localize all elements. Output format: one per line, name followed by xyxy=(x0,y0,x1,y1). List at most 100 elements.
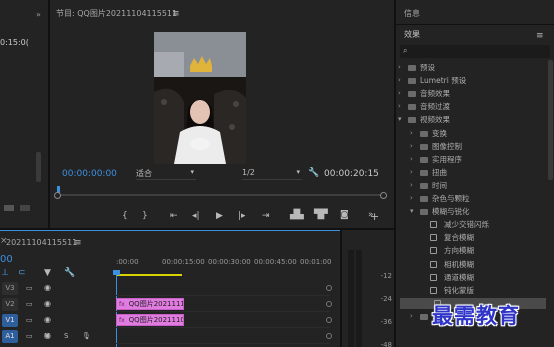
export-frame-icon[interactable]: ◙ xyxy=(340,210,349,220)
ruler-label: 00:01:00 xyxy=(300,258,332,266)
sequence-tab[interactable]: 20211104115511 xyxy=(6,235,77,251)
track-scroll-handle[interactable] xyxy=(326,333,332,339)
timeline-clip[interactable]: fx QQ图片2021110 xyxy=(116,314,184,326)
play-icon[interactable]: ▶ xyxy=(216,211,223,221)
scrubber-track[interactable] xyxy=(58,194,384,196)
effects-scrollbar[interactable] xyxy=(548,60,553,180)
chevron-down-icon[interactable]: ▾ xyxy=(398,114,402,125)
source-icon-2[interactable] xyxy=(20,205,30,211)
toggle-output-icon[interactable]: ◉ xyxy=(44,315,51,325)
playhead-handle[interactable] xyxy=(113,270,120,275)
effects-item[interactable]: › 音频效果 xyxy=(396,88,546,99)
program-duration: 00:00:20:15 xyxy=(324,169,379,179)
effects-item[interactable]: 减少交错闪烁 xyxy=(396,219,546,230)
lift-icon[interactable]: ▟▙ xyxy=(290,210,304,220)
chevron-right-icon[interactable]: › xyxy=(410,193,413,204)
fit-select[interactable]: 适合 ▾ xyxy=(136,168,196,180)
chevron-right-icon[interactable]: › xyxy=(410,180,413,191)
track-target-v3[interactable]: V3 xyxy=(2,282,18,295)
effects-item[interactable]: › 杂色与颗粒 xyxy=(396,193,546,204)
effects-search-input[interactable]: ⌕ xyxy=(400,45,550,58)
mute-track-button[interactable]: M xyxy=(44,331,50,341)
track-target-a1[interactable]: A1 xyxy=(2,330,18,343)
track-scroll-handle[interactable] xyxy=(326,317,332,323)
panel-menu-icon[interactable]: » xyxy=(36,10,41,19)
step-forward-icon[interactable]: |▸ xyxy=(238,211,246,221)
snap-icon[interactable]: ⟂ xyxy=(2,268,8,278)
effects-item-label: 钝化蒙版 xyxy=(444,285,474,295)
add-button-icon[interactable]: + xyxy=(370,211,379,222)
panel-menu-icon[interactable]: ≡ xyxy=(74,238,82,248)
effects-item[interactable]: 方向模糊 xyxy=(396,245,546,256)
mark-out-icon[interactable]: } xyxy=(142,211,148,221)
chevron-right-icon[interactable]: › xyxy=(398,62,401,73)
timeline-clip[interactable]: fx QQ图片2021111 xyxy=(116,298,184,310)
effects-item[interactable]: ▾ 视频效果 xyxy=(396,114,546,125)
track-lane[interactable] xyxy=(116,281,330,296)
effects-item[interactable]: ▾ 模糊与锐化 xyxy=(396,206,546,217)
effects-item[interactable]: 通道模糊 xyxy=(396,272,546,283)
source-panel: » 0:15:0( xyxy=(0,0,48,228)
resolution-select[interactable]: 1/2 ▾ xyxy=(242,168,302,180)
track-target-v2[interactable]: V2 xyxy=(2,298,18,311)
chevron-right-icon[interactable]: › xyxy=(410,311,413,322)
step-back-icon[interactable]: ◂| xyxy=(192,211,200,221)
source-scrollbar[interactable] xyxy=(36,152,41,182)
microphone-icon[interactable]: 🎙 xyxy=(82,331,91,341)
effects-item[interactable]: › 扭曲 xyxy=(396,167,546,178)
chevron-right-icon[interactable]: › xyxy=(410,154,413,165)
panel-menu-icon[interactable]: ≡ xyxy=(172,9,180,19)
chevron-right-icon[interactable]: › xyxy=(410,128,413,139)
effects-item[interactable]: › 变换 xyxy=(396,128,546,139)
work-area-bar[interactable] xyxy=(116,274,182,276)
effects-item[interactable]: › 实用程序 xyxy=(396,154,546,165)
time-ruler[interactable]: :00:00 00:00:15:00 00:00:30:00 00:00:45:00 0… xyxy=(116,258,340,270)
scrubber-end-handle[interactable] xyxy=(380,192,387,199)
lock-track-icon[interactable]: ▭ xyxy=(26,315,33,325)
solo-track-button[interactable]: S xyxy=(64,331,68,341)
toggle-output-icon[interactable]: ◉ xyxy=(44,299,51,309)
effects-item-label: 通道模糊 xyxy=(444,272,474,282)
panel-menu-icon[interactable]: ≡ xyxy=(536,31,544,41)
go-to-out-icon[interactable]: ⇥ xyxy=(262,211,270,221)
track-target-v1[interactable]: V1 xyxy=(2,314,18,327)
chevron-right-icon[interactable]: › xyxy=(410,167,413,178)
track-lane[interactable] xyxy=(116,329,330,344)
effects-item[interactable]: › 时间 xyxy=(396,180,546,191)
effects-item[interactable]: › 预设 xyxy=(396,62,546,73)
chevron-right-icon[interactable]: › xyxy=(398,88,401,99)
go-to-in-icon[interactable]: ⇤ xyxy=(170,211,178,221)
chevron-right-icon[interactable]: › xyxy=(398,101,401,112)
folder-icon xyxy=(420,156,428,163)
effects-item[interactable]: › 音频过渡 xyxy=(396,101,546,112)
chevron-right-icon[interactable]: › xyxy=(410,141,413,152)
extract-icon[interactable]: ▜▛ xyxy=(314,210,328,220)
wrench-icon[interactable]: 🔧 xyxy=(308,168,319,178)
effects-item[interactable]: 钝化蒙版 xyxy=(396,285,546,296)
scrubber-start-handle[interactable] xyxy=(54,192,61,199)
linked-selection-icon[interactable]: ⊂ xyxy=(18,268,26,278)
program-timecode[interactable]: 00:00:00:00 xyxy=(62,169,117,179)
toggle-output-icon[interactable]: ◉ xyxy=(44,283,51,293)
timeline-timecode[interactable]: 00 xyxy=(0,254,13,265)
tab-info[interactable]: 信息 xyxy=(404,6,420,22)
mark-in-icon[interactable]: { xyxy=(122,211,128,221)
lock-track-icon[interactable]: ▭ xyxy=(26,283,33,293)
lock-track-icon[interactable]: ▭ xyxy=(26,299,33,309)
lock-track-icon[interactable]: ▭ xyxy=(26,331,33,341)
track-scroll-handle[interactable] xyxy=(326,285,332,291)
effects-item-label: 杂色与颗粒 xyxy=(432,194,470,203)
effects-item[interactable]: 复合模糊 xyxy=(396,232,546,243)
track-scroll-handle[interactable] xyxy=(326,301,332,307)
effects-item-label: 模糊与锐化 xyxy=(432,207,470,217)
effects-item[interactable]: 相机模糊 xyxy=(396,259,546,270)
effects-item[interactable]: › 图像控制 xyxy=(396,141,546,152)
source-icon[interactable] xyxy=(4,205,14,211)
effects-item[interactable]: › Lumetri 预设 xyxy=(396,75,546,86)
marker-icon[interactable]: ▼ xyxy=(44,268,51,278)
ruler-label: 00:00:30:00 xyxy=(208,258,251,266)
video-image xyxy=(154,32,246,164)
chevron-right-icon[interactable]: › xyxy=(398,75,401,86)
wrench-icon[interactable]: 🔧 xyxy=(64,268,75,278)
chevron-down-icon[interactable]: ▾ xyxy=(410,206,414,217)
